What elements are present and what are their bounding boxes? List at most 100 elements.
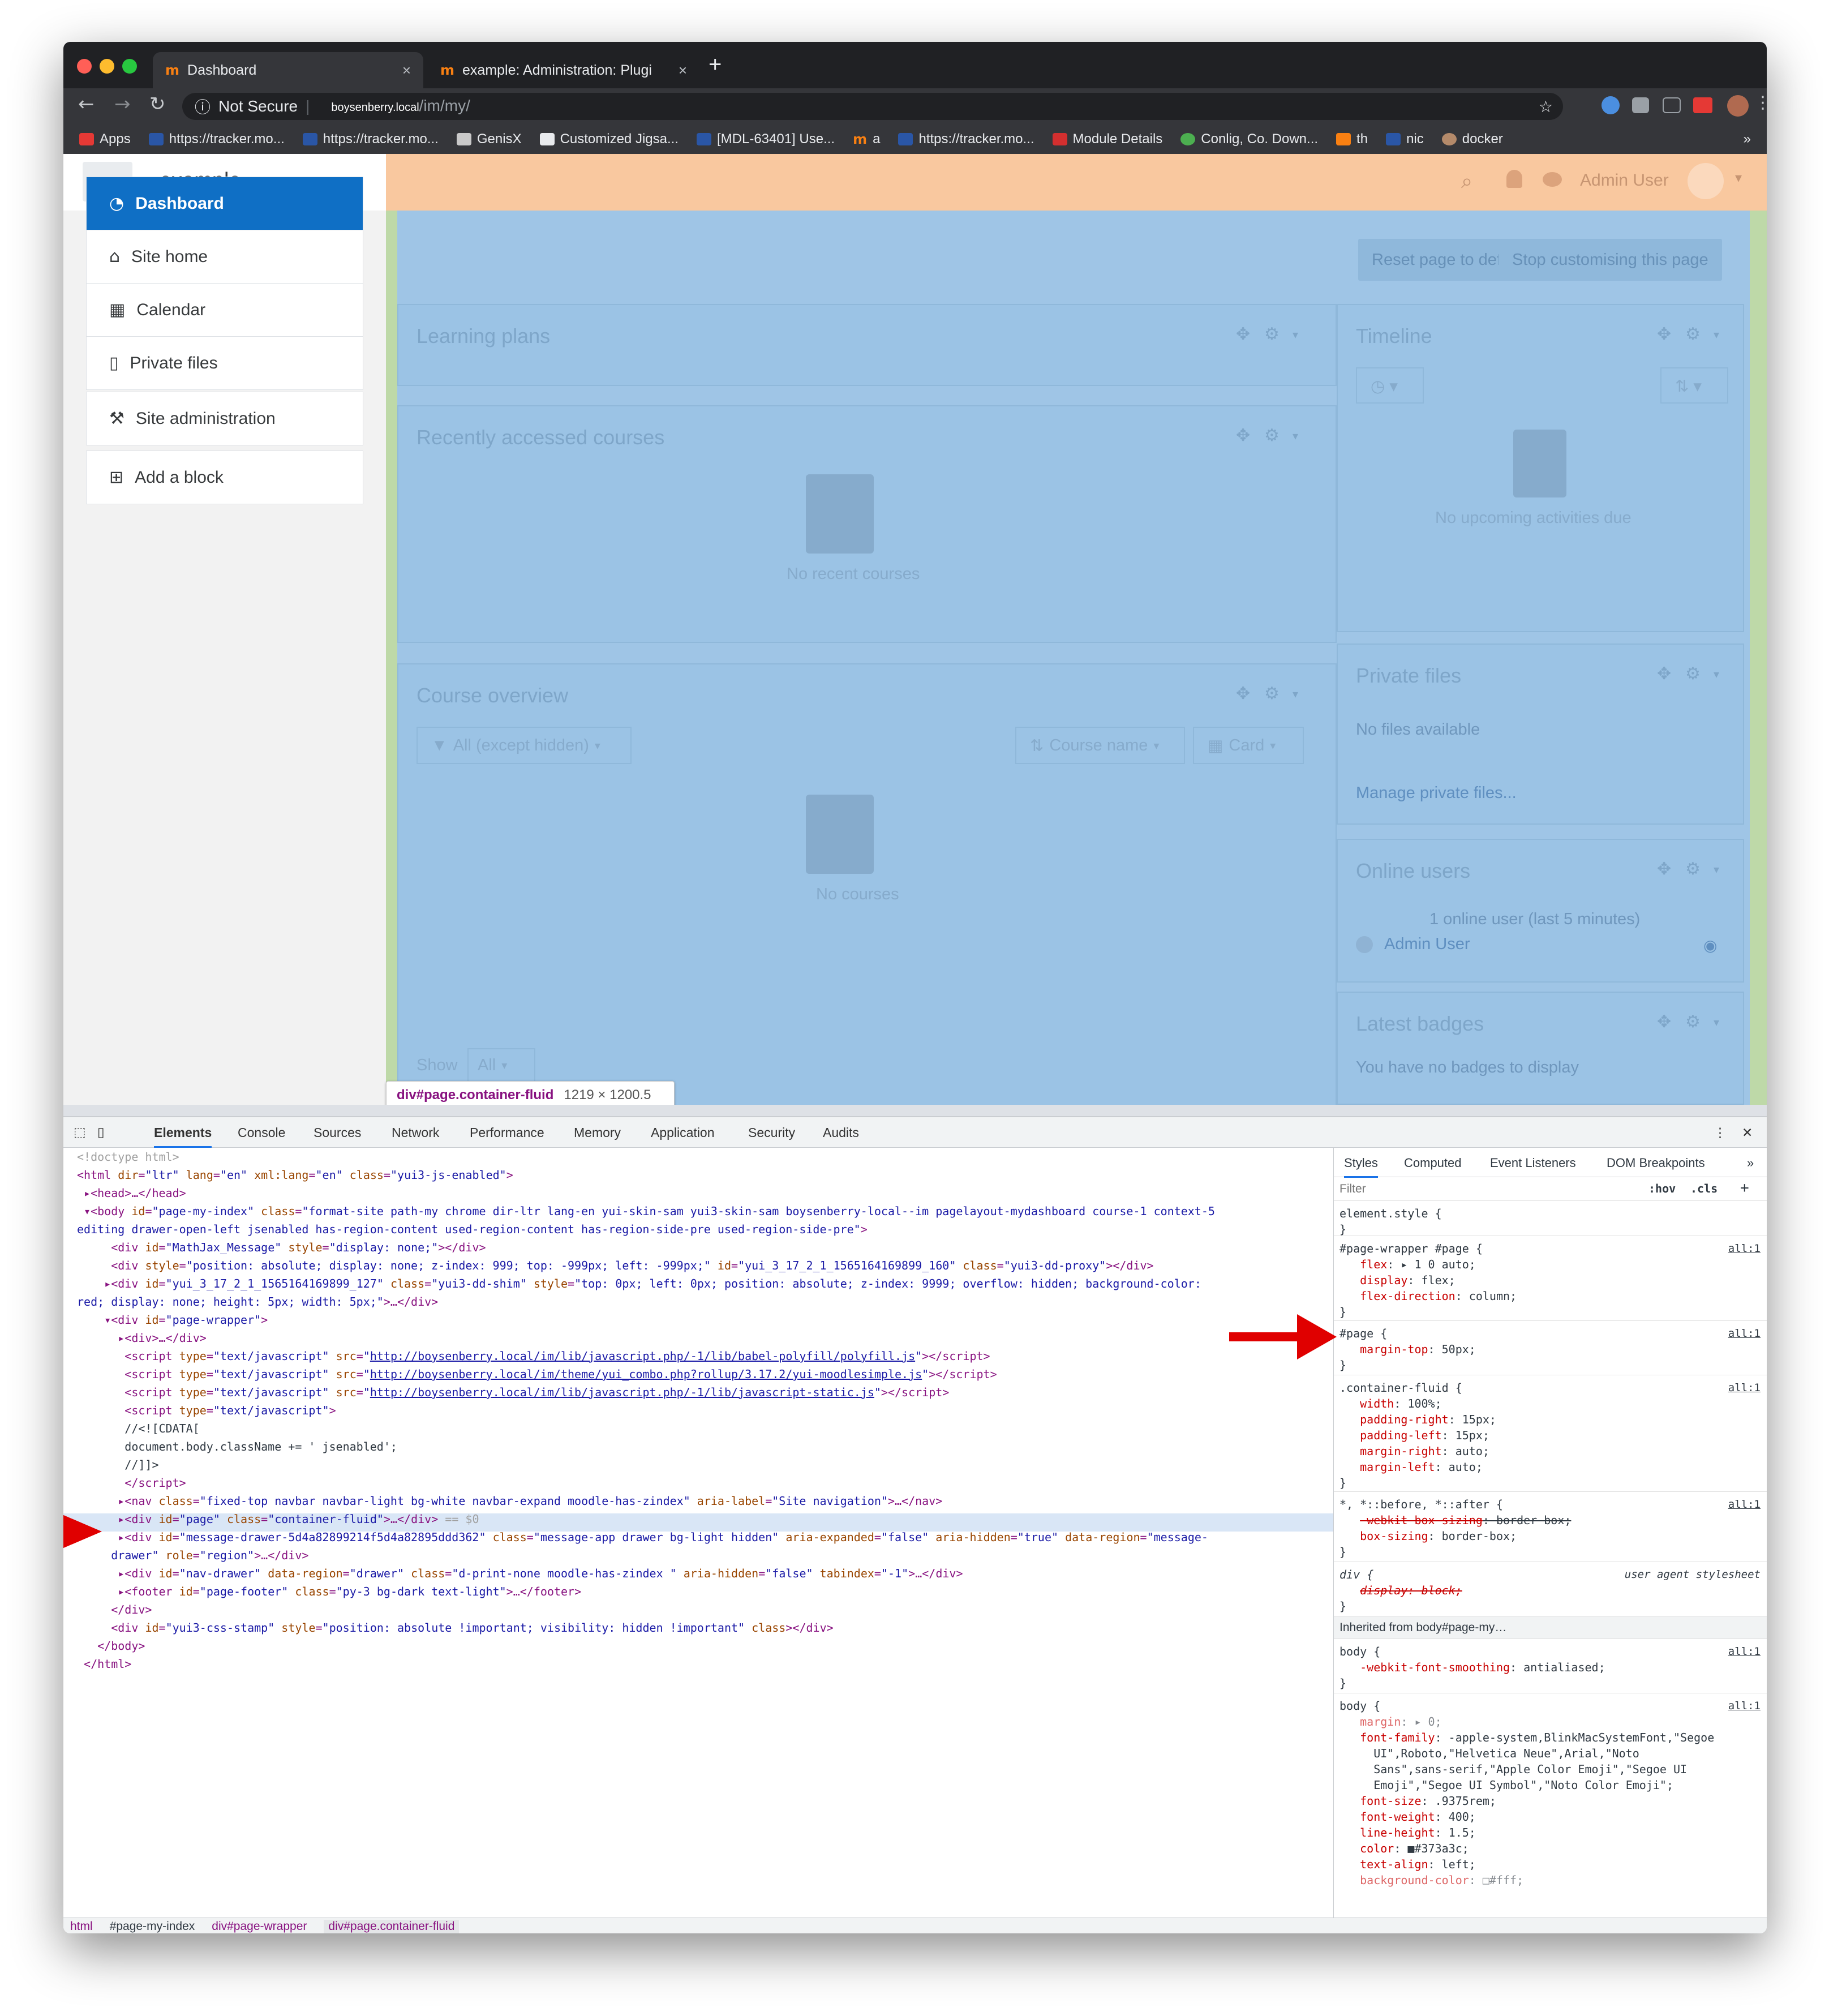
bookmark-tracker-1[interactable]: https://tracker.mo...	[148, 131, 285, 147]
timeline-sort-dropdown[interactable]: ⇅ ▾	[1660, 367, 1728, 404]
messages-icon[interactable]	[1543, 172, 1562, 187]
bookmark-docker[interactable]: docker	[1441, 131, 1503, 147]
stop-customising-button[interactable]: Stop customising this page	[1499, 239, 1722, 281]
sidebar-item-site-administration[interactable]: ⚒ Site administration	[87, 392, 363, 445]
filter-dropdown[interactable]: ▼ All (except hidden) ▾	[417, 727, 632, 764]
move-icon[interactable]: ✥	[1236, 324, 1250, 344]
move-icon[interactable]: ✥	[1657, 324, 1671, 344]
view-dropdown[interactable]: ▦ Card ▾	[1193, 727, 1304, 764]
cls-toggle[interactable]: .cls	[1690, 1182, 1718, 1195]
sort-dropdown[interactable]: ⇅ Course name ▾	[1015, 727, 1185, 764]
move-icon[interactable]: ✥	[1657, 859, 1671, 879]
gear-icon[interactable]: ⚙	[1264, 684, 1280, 704]
tab-elements[interactable]: Elements	[154, 1125, 212, 1148]
tab-security[interactable]: Security	[748, 1125, 795, 1140]
tab-dashboard[interactable]: m Dashboard ×	[153, 52, 423, 88]
bookmark-tracker-3[interactable]: https://tracker.mo...	[898, 131, 1034, 147]
chevron-down-icon[interactable]: ▾	[1714, 863, 1719, 876]
search-icon[interactable]: ⌕	[1461, 170, 1472, 194]
maximize-window-button[interactable]	[122, 59, 137, 74]
stylesheet-link[interactable]: all:1	[1728, 1380, 1761, 1396]
close-devtools-icon[interactable]: ✕	[1742, 1125, 1753, 1140]
device-toolbar-icon[interactable]: ▯	[97, 1125, 105, 1140]
hov-toggle[interactable]: :hov	[1648, 1182, 1676, 1195]
user-menu-chevron-icon[interactable]: ▾	[1735, 170, 1742, 186]
manage-private-files-link[interactable]: Manage private files...	[1356, 784, 1517, 803]
bookmarks-overflow-button[interactable]: »	[1744, 131, 1751, 147]
sidebar-item-add-block[interactable]: ⊞ Add a block	[87, 451, 363, 504]
bookmark-nic[interactable]: nic	[1386, 131, 1424, 147]
chevron-down-icon[interactable]: ▾	[1714, 667, 1719, 681]
tab-computed[interactable]: Computed	[1404, 1156, 1462, 1170]
glasses-extension-icon[interactable]	[1663, 97, 1681, 113]
crumb-page[interactable]: div#page.container-fluid	[324, 1919, 460, 1933]
chevron-down-icon[interactable]: ▾	[1714, 328, 1719, 341]
bookmark-apps[interactable]: Apps	[79, 131, 131, 147]
chevron-down-icon[interactable]: ▾	[1293, 328, 1298, 341]
tab-event-listeners[interactable]: Event Listeners	[1490, 1156, 1576, 1170]
tab-application[interactable]: Application	[651, 1125, 715, 1140]
bookmark-mdl[interactable]: [MDL-63401] Use...	[696, 131, 835, 147]
gear-icon[interactable]: ⚙	[1685, 1012, 1701, 1032]
bookmark-th[interactable]: th	[1336, 131, 1368, 147]
bookmark-genisx[interactable]: GenisX	[456, 131, 522, 147]
move-icon[interactable]: ✥	[1236, 684, 1250, 704]
reload-icon[interactable]: ↻	[149, 93, 166, 115]
tab-memory[interactable]: Memory	[574, 1125, 621, 1140]
close-tab-icon[interactable]: ×	[402, 62, 411, 79]
tab-dom-breakpoints[interactable]: DOM Breakpoints	[1607, 1156, 1705, 1170]
stylesheet-link[interactable]: all:1	[1728, 1698, 1761, 1714]
tab-audits[interactable]: Audits	[823, 1125, 859, 1140]
info-icon[interactable]: ⓘ	[195, 95, 211, 118]
stylesheet-link[interactable]: all:1	[1728, 1644, 1761, 1659]
close-window-button[interactable]	[77, 59, 92, 74]
tab-sources[interactable]: Sources	[314, 1125, 361, 1140]
address-bar[interactable]: ⓘ Not Secure | boysenberry.local/im/my/ …	[182, 93, 1563, 120]
paging-dropdown[interactable]: All ▾	[467, 1048, 535, 1082]
extension-icon[interactable]	[1602, 96, 1620, 114]
inspect-element-icon[interactable]: ⬚	[74, 1125, 86, 1140]
bookmark-conlig[interactable]: Conlig, Co. Down...	[1180, 131, 1318, 147]
crumb-body[interactable]: #page-my-index	[110, 1920, 195, 1933]
bookmark-tracker-2[interactable]: https://tracker.mo...	[302, 131, 439, 147]
chevron-down-icon[interactable]: ▾	[1293, 687, 1298, 701]
bookmark-jigsaw[interactable]: Customized Jigsa...	[539, 131, 679, 147]
stylesheet-link[interactable]: all:1	[1728, 1241, 1761, 1256]
stylesheet-link[interactable]: all:1	[1728, 1326, 1761, 1341]
user-avatar[interactable]	[1688, 163, 1724, 199]
bookmark-star-icon[interactable]: ☆	[1539, 97, 1553, 116]
gear-icon[interactable]: ⚙	[1264, 426, 1280, 445]
close-tab-icon[interactable]: ×	[679, 62, 687, 79]
eye-icon[interactable]: ◉	[1703, 936, 1717, 955]
more-tabs-icon[interactable]: »	[1747, 1156, 1754, 1170]
timeline-filter-dropdown[interactable]: ◷ ▾	[1356, 367, 1424, 404]
sidebar-item-private-files[interactable]: ▯ Private files	[87, 337, 363, 389]
crumb-page-wrapper[interactable]: div#page-wrapper	[212, 1920, 307, 1933]
gear-icon[interactable]: ⚙	[1685, 324, 1701, 344]
move-icon[interactable]: ✥	[1657, 664, 1671, 684]
online-user-link[interactable]: Admin User	[1384, 935, 1470, 954]
sidebar-item-calendar[interactable]: ▦ Calendar	[87, 284, 363, 337]
gear-icon[interactable]: ⚙	[1685, 859, 1701, 879]
move-icon[interactable]: ✥	[1236, 426, 1250, 445]
drive-extension-icon[interactable]	[1632, 97, 1649, 113]
bookmark-module-details[interactable]: Module Details	[1052, 131, 1162, 147]
user-name[interactable]: Admin User	[1580, 171, 1669, 190]
new-rule-icon[interactable]: +	[1740, 1179, 1749, 1196]
tab-network[interactable]: Network	[392, 1125, 439, 1140]
devtools-menu-icon[interactable]: ⋮	[1714, 1125, 1727, 1140]
stylesheet-link[interactable]: all:1	[1728, 1496, 1761, 1512]
gear-icon[interactable]: ⚙	[1685, 664, 1701, 684]
sidebar-item-site-home[interactable]: ⌂ Site home	[87, 230, 363, 284]
tab-console[interactable]: Console	[238, 1125, 285, 1140]
profile-avatar[interactable]	[1727, 95, 1749, 117]
bell-icon[interactable]	[1506, 170, 1522, 188]
tab-styles[interactable]: Styles	[1344, 1156, 1378, 1178]
forward-icon[interactable]: →	[114, 93, 131, 115]
tab-performance[interactable]: Performance	[470, 1125, 544, 1140]
chevron-down-icon[interactable]: ▾	[1714, 1015, 1719, 1029]
gear-icon[interactable]: ⚙	[1264, 324, 1280, 344]
menu-kebab-icon[interactable]: ⋮	[1754, 93, 1767, 113]
styles-filter-input[interactable]	[1338, 1181, 1635, 1198]
crumb-html[interactable]: html	[70, 1920, 93, 1933]
